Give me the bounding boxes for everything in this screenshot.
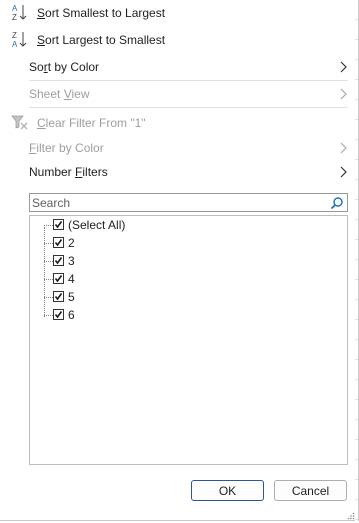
ok-button[interactable]: OK <box>191 480 264 501</box>
chevron-right-icon <box>336 87 350 101</box>
tree-connector <box>44 261 53 262</box>
menu-separator <box>29 107 348 108</box>
sort-by-color-label: Sort by Color <box>29 60 100 74</box>
sort-ascending-label: Sort Smallest to Largest <box>37 6 166 20</box>
cancel-button[interactable]: Cancel <box>274 480 347 501</box>
clear-filter-label: Clear Filter From "1" <box>37 116 146 130</box>
chevron-right-icon <box>336 165 350 179</box>
sheet-gridlines <box>355 0 358 521</box>
filter-by-color-item: Filter by Color <box>0 136 355 160</box>
clear-filter-icon <box>10 113 32 133</box>
sheet-view-label: Sheet View <box>29 87 90 101</box>
tree-connector <box>44 279 53 280</box>
select-all-checkbox[interactable] <box>53 219 64 230</box>
search-icon[interactable] <box>330 196 344 210</box>
clear-filter-item: Clear Filter From "1" <box>0 111 355 135</box>
value-checkbox[interactable] <box>53 291 64 302</box>
search-box <box>29 193 348 212</box>
list-item[interactable]: 4 <box>44 271 334 289</box>
list-item[interactable]: 6 <box>44 307 334 325</box>
svg-text:Z: Z <box>12 13 17 22</box>
value-checkbox[interactable] <box>53 309 64 320</box>
number-filters-label: Number Filters <box>29 165 108 179</box>
chevron-right-icon <box>336 60 350 74</box>
svg-text:A: A <box>12 40 18 49</box>
sort-descending-label: Sort Largest to Smallest <box>37 33 166 47</box>
sort-by-color-item[interactable]: Sort by Color <box>0 55 355 79</box>
tree-connector <box>44 243 53 244</box>
value-checkbox[interactable] <box>53 255 64 266</box>
filter-by-color-label: Filter by Color <box>29 141 104 155</box>
chevron-right-icon <box>336 141 350 155</box>
number-filters-item[interactable]: Number Filters <box>0 160 355 184</box>
list-item-label: 2 <box>68 236 75 250</box>
resize-grip-icon[interactable] <box>347 509 355 520</box>
sort-ascending-item[interactable]: A Z Sort Smallest to Largest <box>0 1 355 25</box>
search-input[interactable] <box>32 194 327 211</box>
value-checkbox[interactable] <box>53 237 64 248</box>
list-item-label: 3 <box>68 254 75 268</box>
sort-ascending-icon: A Z <box>9 3 31 23</box>
filter-dropdown-menu: A Z Sort Smallest to Largest Z A Sort La… <box>0 0 359 521</box>
list-item-select-all[interactable]: (Select All) <box>44 217 334 235</box>
value-checkbox[interactable] <box>53 273 64 284</box>
svg-text:A: A <box>12 4 18 13</box>
list-item-label: 6 <box>68 308 75 322</box>
list-item[interactable]: 3 <box>44 253 334 271</box>
tree-connector <box>44 225 53 226</box>
list-item-label: 5 <box>68 290 75 304</box>
sort-descending-icon: Z A <box>9 30 31 50</box>
sheet-view-item: Sheet View <box>0 82 355 106</box>
tree-connector <box>44 297 53 298</box>
sort-descending-item[interactable]: Z A Sort Largest to Smallest <box>0 28 355 52</box>
tree-connector <box>44 315 53 316</box>
menu-separator <box>29 80 348 81</box>
filter-values-list[interactable]: (Select All) 2 3 4 5 6 <box>29 215 348 465</box>
list-item[interactable]: 5 <box>44 289 334 307</box>
list-item-label: (Select All) <box>68 218 126 232</box>
list-item-label: 4 <box>68 272 75 286</box>
svg-text:Z: Z <box>12 31 17 40</box>
list-item[interactable]: 2 <box>44 235 334 253</box>
